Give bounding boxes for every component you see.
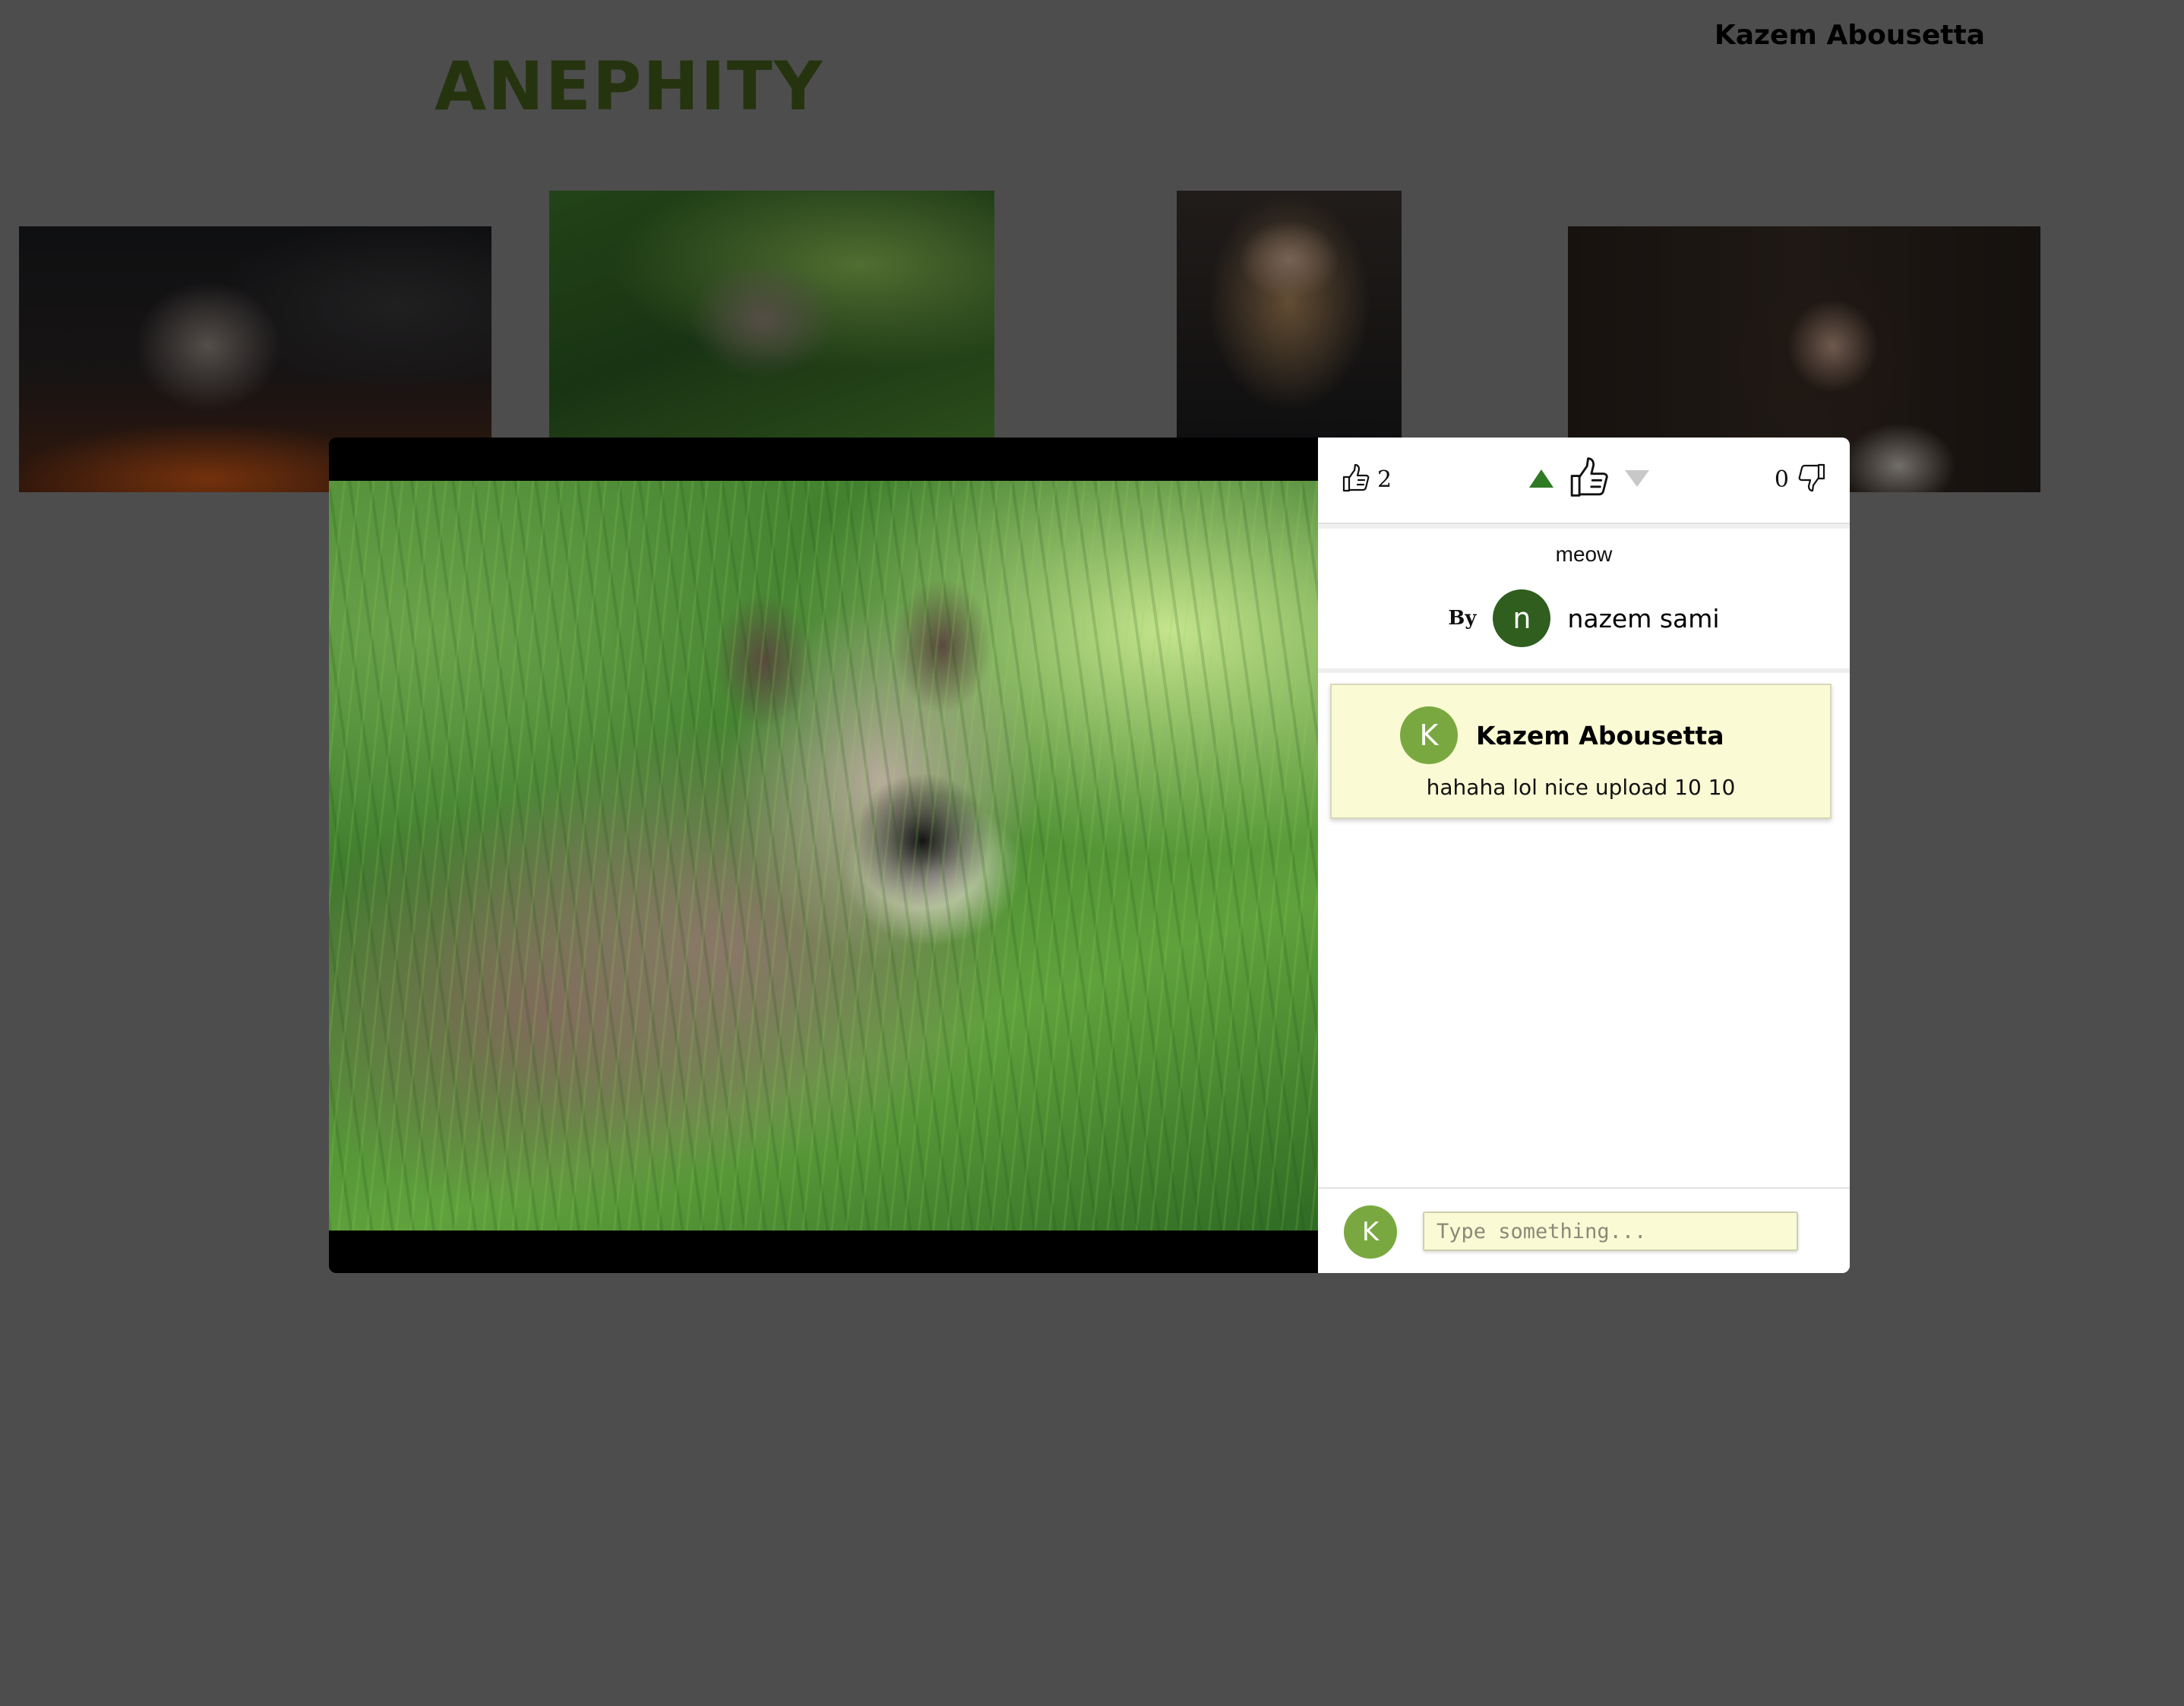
- post-caption: meow: [1555, 542, 1613, 566]
- post-info-panel: 2 0 meow By n nazem sami K Kazem Abouset…: [1318, 438, 1850, 1273]
- comment-text: hahaha lol nice upload 10 10: [1426, 775, 1736, 800]
- current-user-name[interactable]: Kazem Abousetta: [1715, 20, 1985, 51]
- dislike-count-value: 0: [1774, 466, 1789, 493]
- thumbs-up-vote-icon[interactable]: [1567, 454, 1611, 503]
- like-count-value: 2: [1377, 466, 1392, 493]
- author-name[interactable]: nazem sami: [1567, 604, 1719, 633]
- downvote-arrow-icon[interactable]: [1625, 470, 1649, 487]
- vote-bar: 2 0: [1318, 438, 1850, 524]
- comment-header: K Kazem Abousetta: [1400, 706, 1724, 764]
- commenter-avatar[interactable]: K: [1400, 706, 1458, 764]
- upvote-arrow-icon[interactable]: [1529, 469, 1553, 488]
- thumbs-down-icon: [1797, 462, 1827, 497]
- vote-controls: [1529, 454, 1649, 503]
- comment-input[interactable]: [1423, 1212, 1798, 1251]
- comment-author[interactable]: Kazem Abousetta: [1476, 721, 1724, 750]
- author-row: By n nazem sami: [1318, 589, 1850, 647]
- comment-card: K Kazem Abousetta hahaha lol nice upload…: [1330, 684, 1832, 819]
- divider: [1318, 668, 1850, 673]
- brand-logo[interactable]: ANEPHITY: [435, 47, 824, 125]
- post-details: meow By n nazem sami K Kazem Abousetta h…: [1318, 524, 1850, 1112]
- image-modal: 2 0 meow By n nazem sami K Kazem Abouset…: [329, 438, 1850, 1273]
- media-panel: [329, 438, 1318, 1273]
- gallery-thumbnail-raccoon[interactable]: [549, 191, 994, 438]
- author-avatar[interactable]: n: [1493, 589, 1551, 647]
- comment-composer: K: [1318, 1187, 1850, 1273]
- like-count: 2: [1341, 462, 1392, 497]
- by-label: By: [1448, 607, 1477, 630]
- current-user-avatar: K: [1344, 1205, 1397, 1259]
- dislike-count: 0: [1775, 462, 1827, 497]
- raccoon-photo: [329, 481, 1318, 1231]
- gallery-thumbnail-blonde-woman[interactable]: [1177, 191, 1402, 438]
- thumbs-up-icon: [1341, 462, 1371, 497]
